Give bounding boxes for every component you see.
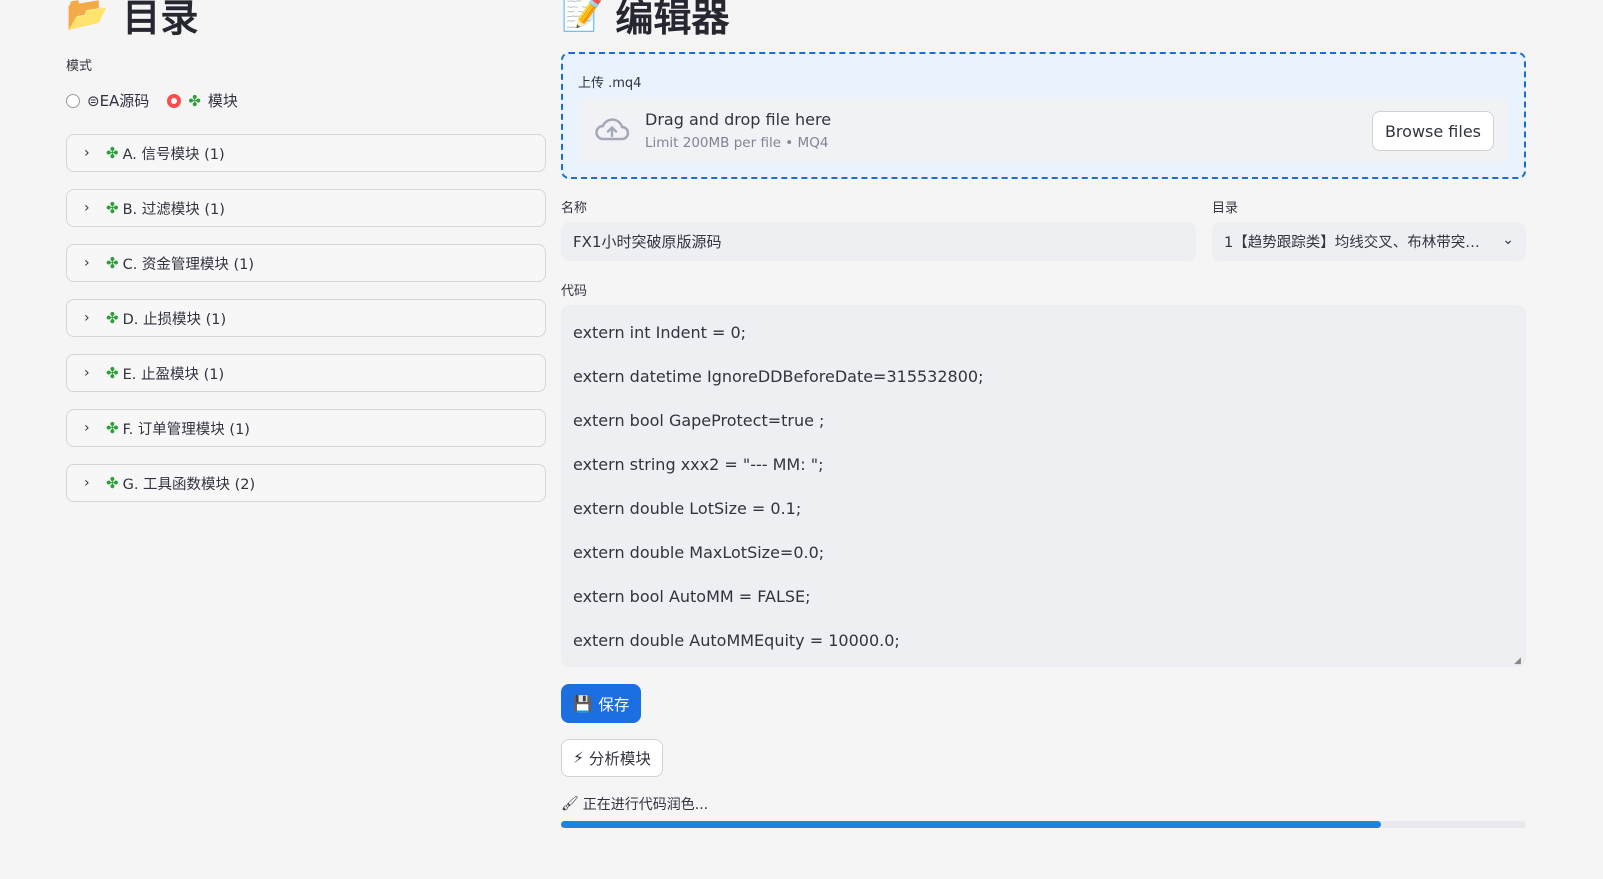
code-line: extern int Indent = 0; <box>573 323 747 342</box>
file-limit-text: Limit 200MB per file • MQ4 <box>645 135 829 151</box>
code-line: extern double LotSize = 0.1; <box>573 499 802 518</box>
clover-icon: ✤ <box>106 419 119 437</box>
editor-title: 📝 编辑器 <box>561 0 1526 40</box>
chevron-right-icon: › <box>84 420 90 436</box>
expander-label: A. 信号模块 (1) <box>122 146 225 163</box>
sidebar-panel: 📂 目录 模式 ⊜EA源码 ✤ 模块 › ✤ A. 信号模块 (1) › ✤ B… <box>66 0 546 502</box>
clover-icon: ✤ <box>106 254 119 272</box>
progress-bar-fill <box>561 821 1382 828</box>
chevron-right-icon: › <box>84 255 90 271</box>
mode-label: 模式 <box>66 59 93 74</box>
cloud-upload-icon <box>595 118 630 141</box>
lightning-icon: ⚡ <box>573 749 584 767</box>
sidebar-title-text: 目录 <box>122 0 199 40</box>
radio-ea-source[interactable]: ⊜EA源码 <box>66 90 149 111</box>
expander-label: E. 止盈模块 (1) <box>122 366 225 383</box>
expander-utility-function-module[interactable]: › ✤ G. 工具函数模块 (2) <box>66 464 546 502</box>
editor-panel: 📝 编辑器 上传 .mq4 Drag and drop file here Li… <box>561 0 1526 828</box>
clover-icon: ✤ <box>106 364 119 382</box>
file-uploader[interactable]: 上传 .mq4 Drag and drop file here Limit 20… <box>561 52 1526 179</box>
expander-take-profit-module[interactable]: › ✤ E. 止盈模块 (1) <box>66 354 546 392</box>
save-button-label: 保存 <box>598 695 630 714</box>
resize-handle-icon[interactable]: ◢ <box>1514 656 1523 666</box>
radio-label-module: 模块 <box>207 92 238 110</box>
browse-files-button[interactable]: Browse files <box>1371 111 1494 151</box>
code-label: 代码 <box>561 284 588 299</box>
expander-label: G. 工具函数模块 (2) <box>122 476 256 493</box>
directory-label: 目录 <box>1212 201 1239 216</box>
radio-dot-on[interactable] <box>167 93 182 108</box>
chevron-down-icon: ⌄ <box>1502 232 1514 248</box>
chevron-right-icon: › <box>84 475 90 491</box>
radio-dot-off[interactable] <box>66 93 80 108</box>
chevron-right-icon: › <box>84 145 90 161</box>
floppy-disk-icon: 💾 <box>573 694 593 713</box>
name-input[interactable]: FX1小时突破原版源码 <box>561 222 1196 261</box>
analyze-button-label: 分析模块 <box>588 750 651 768</box>
code-textarea[interactable]: extern int Indent = 0; extern datetime I… <box>561 305 1526 667</box>
analyze-module-button[interactable]: ⚡ 分析模块 <box>561 739 663 777</box>
editor-title-text: 编辑器 <box>615 0 730 40</box>
expander-label: C. 资金管理模块 (1) <box>122 256 255 273</box>
paintbrush-icon: 🖌 <box>561 796 579 812</box>
clover-icon: ✤ <box>106 144 119 162</box>
clover-icon: ✤ <box>188 91 201 110</box>
status-message: 🖌 正在进行代码润色... <box>561 794 708 814</box>
directory-selected-value: 1【趋势跟踪类】均线交叉、布林带突破等 <box>1224 235 1486 251</box>
module-expander-list: › ✤ A. 信号模块 (1) › ✤ B. 过滤模块 (1) › ✤ C. 资… <box>66 134 546 519</box>
clover-icon: ✤ <box>106 199 119 217</box>
code-line: extern bool AutoMM = FALSE; <box>573 587 811 606</box>
sidebar-title: 📂 目录 <box>66 0 546 40</box>
radio-module[interactable]: ✤ 模块 <box>167 90 238 111</box>
folder-icon: 📂 <box>66 0 109 34</box>
radio-label-ea-source: ⊜EA源码 <box>87 92 150 110</box>
drag-drop-text: Drag and drop file here <box>645 110 832 129</box>
code-line: extern datetime IgnoreDDBeforeDate=31553… <box>573 367 984 386</box>
expander-label: D. 止损模块 (1) <box>122 311 227 328</box>
expander-filter-module[interactable]: › ✤ B. 过滤模块 (1) <box>66 189 546 227</box>
chevron-right-icon: › <box>84 365 90 381</box>
expander-signal-module[interactable]: › ✤ A. 信号模块 (1) <box>66 134 546 172</box>
expander-money-management-module[interactable]: › ✤ C. 资金管理模块 (1) <box>66 244 546 282</box>
code-line: extern double MaxLotSize=0.0; <box>573 543 825 562</box>
chevron-right-icon: › <box>84 310 90 326</box>
code-line: extern bool GapeProtect=true ; <box>573 411 825 430</box>
expander-label: F. 订单管理模块 (1) <box>122 421 250 438</box>
name-label: 名称 <box>561 201 588 216</box>
progress-bar <box>561 821 1526 828</box>
uploader-label: 上传 .mq4 <box>578 76 642 91</box>
directory-select[interactable]: 1【趋势跟踪类】均线交叉、布林带突破等 ⌄ <box>1212 222 1526 261</box>
drop-zone[interactable]: Drag and drop file here Limit 200MB per … <box>578 97 1508 163</box>
chevron-right-icon: › <box>84 200 90 216</box>
status-text: 正在进行代码润色... <box>582 797 709 813</box>
expander-stop-loss-module[interactable]: › ✤ D. 止损模块 (1) <box>66 299 546 337</box>
clover-icon: ✤ <box>106 309 119 327</box>
memo-icon: 📝 <box>561 0 604 34</box>
clover-icon: ✤ <box>106 474 119 492</box>
expander-order-management-module[interactable]: › ✤ F. 订单管理模块 (1) <box>66 409 546 447</box>
mode-radio-group: ⊜EA源码 ✤ 模块 <box>66 90 238 111</box>
code-line: extern string xxx2 = "--- MM: "; <box>573 455 824 474</box>
expander-label: B. 过滤模块 (1) <box>122 201 225 218</box>
code-line: extern double AutoMMEquity = 10000.0; <box>573 631 900 650</box>
save-button[interactable]: 💾 保存 <box>561 684 642 723</box>
